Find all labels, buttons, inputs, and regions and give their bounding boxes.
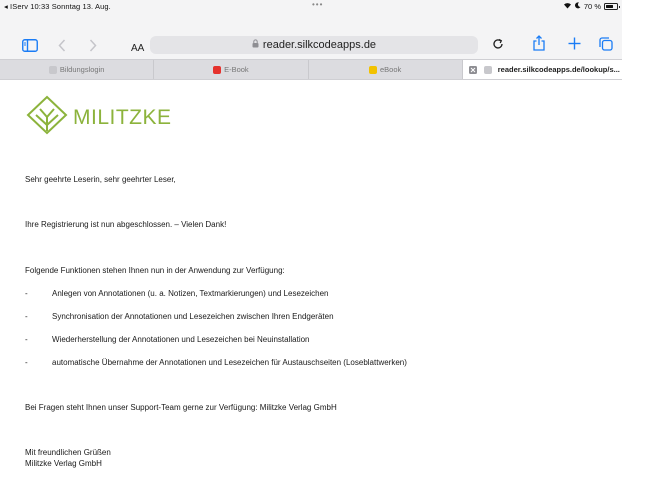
lock-icon [252,39,259,51]
tab-ebook[interactable]: eBook [309,60,463,79]
wifi-icon [563,2,572,11]
reload-icon[interactable] [492,38,504,50]
list-item-text: Wiederherstellung der Annotationen und L… [52,335,310,344]
greeting: Sehr geehrte Leserin, sehr geehrter Lese… [25,175,176,184]
bullet-marker: - [25,335,28,344]
list-item-text: automatische Übernahme der Annotationen … [52,358,407,367]
ebook-favicon-icon [368,65,377,74]
forward-icon[interactable] [89,39,97,52]
tab-reader-active[interactable]: reader.silkcodeapps.de/lookup/s... [462,60,622,79]
tab-label: Bildungslogin [59,65,105,74]
tab-bildungslogin[interactable]: Bildungslogin [0,60,155,79]
tabs-overview-icon[interactable] [599,37,613,51]
tab-label: reader.silkcodeapps.de/lookup/s... [497,65,620,74]
militzke-book-logo-icon [26,95,68,140]
e-book-favicon-icon [213,65,222,74]
logo-wordmark: MILITZKE [73,105,172,129]
battery-level [606,5,613,8]
tab-bar: Bildungslogin E-Book eBook reader.silkco… [0,59,622,80]
moon-icon [574,2,581,11]
close-tab-icon[interactable] [468,65,477,74]
text-size-button[interactable]: AA [131,43,144,54]
web-page-content: MILITZKE Sehr geehrte Leserin, sehr geeh… [0,79,622,477]
favicon-icon [48,65,57,74]
bullet-marker: - [25,289,28,298]
signature-text: Militzke Verlag GmbH [25,459,102,468]
status-right: 70 % [563,2,620,11]
address-text: reader.silkcodeapps.de [262,39,377,51]
militzke-logo: MILITZKE [26,95,172,140]
list-item-text: Synchronisation der Annotationen und Les… [52,312,334,321]
tab-label: eBook [379,65,402,74]
share-icon[interactable] [533,35,545,51]
browser-toolbar: AA reader.silkcodeapps.de [0,12,622,59]
registration-text: Ihre Registrierung ist nun abgeschlossen… [25,220,227,229]
bullet-marker: - [25,312,28,321]
multitasking-dots[interactable]: ••• [312,0,323,9]
sidebar-icon[interactable] [22,39,38,52]
tab-label: E-Book [224,65,249,74]
battery-percent: 70 % [583,2,601,11]
tab-e-book[interactable]: E-Book [154,60,309,79]
back-icon[interactable] [58,39,66,52]
address-bar[interactable]: reader.silkcodeapps.de [150,36,478,54]
status-bar: ◂ IServ 10:33 Sonntag 13. Aug. ••• 70 % [0,0,622,12]
list-item-text: Anlegen von Annotationen (u. a. Notizen,… [52,289,329,298]
closing-text: Mit freundlichen Grüßen [25,448,111,457]
features-intro: Folgende Funktionen stehen Ihnen nun in … [25,266,285,275]
new-tab-icon[interactable] [568,37,581,50]
battery-icon [604,3,620,10]
status-left-text: ◂ IServ 10:33 Sonntag 13. Aug. [4,2,111,11]
bullet-marker: - [25,358,28,367]
favicon-icon [483,65,492,74]
support-text: Bei Fragen steht Ihnen unser Support-Tea… [25,403,337,412]
